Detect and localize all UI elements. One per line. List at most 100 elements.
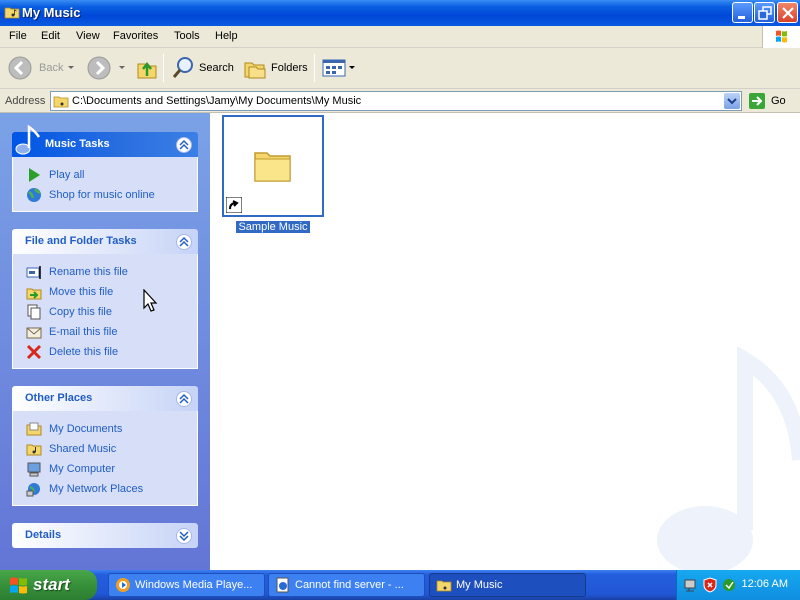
- title-bar: My Music: [0, 0, 800, 26]
- forward-arrow-icon: [87, 56, 111, 80]
- place-my-network-places[interactable]: My Network Places: [13, 479, 197, 499]
- collapse-chevron-icon[interactable]: [176, 234, 192, 250]
- window-title: My Music: [22, 5, 81, 20]
- details-panel: Details: [12, 523, 198, 548]
- menu-tools[interactable]: Tools: [174, 30, 200, 42]
- restore-button[interactable]: [754, 2, 775, 23]
- place-shared-music[interactable]: Shared Music: [13, 439, 197, 459]
- file-folder-tasks-panel: File and Folder Tasks Rename this file M…: [12, 229, 198, 369]
- start-button[interactable]: start: [0, 570, 97, 600]
- windows-logo-icon: [762, 26, 800, 48]
- views-dropdown-icon[interactable]: [349, 66, 355, 69]
- chevron-down-icon: [727, 98, 737, 105]
- file-folder-tasks-header[interactable]: File and Folder Tasks: [12, 229, 198, 254]
- task-move-file[interactable]: Move this file: [13, 282, 197, 302]
- folder-music-icon: [53, 96, 69, 108]
- place-my-computer[interactable]: My Computer: [13, 459, 197, 479]
- address-dropdown-button[interactable]: [724, 93, 740, 109]
- menu-view[interactable]: View: [76, 30, 100, 42]
- document-icon: [276, 577, 289, 593]
- computer-icon: [27, 462, 41, 477]
- up-folder-button[interactable]: [136, 53, 158, 83]
- network-tray-icon[interactable]: [683, 577, 699, 593]
- update-tray-icon[interactable]: [721, 577, 737, 593]
- expand-chevron-icon[interactable]: [176, 528, 192, 544]
- copy-icon: [27, 304, 41, 320]
- close-button[interactable]: [777, 2, 798, 23]
- task-rename-file[interactable]: Rename this file: [13, 262, 197, 282]
- task-copy-file[interactable]: Copy this file: [13, 302, 197, 322]
- collapse-chevron-icon[interactable]: [176, 391, 192, 407]
- place-my-documents[interactable]: My Documents: [13, 419, 197, 439]
- address-label: Address: [5, 95, 46, 107]
- taskbar-media-player[interactable]: Windows Media Playe...: [108, 573, 265, 597]
- address-field[interactable]: C:\Documents and Settings\Jamy\My Docume…: [50, 91, 742, 111]
- views-icon: [322, 59, 346, 77]
- music-tasks-panel: Music Tasks Play all Shop for music onli…: [12, 124, 198, 212]
- folder-thumbnail: [222, 115, 324, 217]
- task-email-file[interactable]: E-mail this file: [13, 322, 197, 342]
- task-pane: Music Tasks Play all Shop for music onli…: [0, 113, 210, 570]
- folders-icon: [244, 62, 266, 79]
- music-note-watermark-icon: [657, 345, 800, 570]
- taskbar-internet-explorer[interactable]: Cannot find server - ...: [268, 573, 425, 597]
- folder-icon: [254, 152, 291, 182]
- shortcut-arrow-icon: [226, 197, 242, 213]
- my-documents-icon: [26, 422, 42, 436]
- task-play-all[interactable]: Play all: [13, 165, 197, 185]
- forward-dropdown-icon[interactable]: [119, 66, 125, 69]
- go-button[interactable]: Go: [748, 91, 786, 111]
- taskbar: start Windows Media Playe... Cannot find…: [0, 570, 800, 600]
- menu-file[interactable]: File: [9, 30, 27, 42]
- address-bar: Address C:\Documents and Settings\Jamy\M…: [0, 89, 800, 113]
- folder-label: Sample Music: [236, 221, 310, 233]
- menu-favorites[interactable]: Favorites: [113, 30, 158, 42]
- folder-music-icon: [4, 7, 20, 19]
- email-icon: [26, 327, 42, 339]
- menu-help[interactable]: Help: [215, 30, 238, 42]
- close-icon: [782, 7, 794, 19]
- restore-icon: [758, 6, 772, 20]
- mouse-cursor-icon: [143, 289, 158, 312]
- clock: 12:06 AM: [741, 578, 788, 590]
- folder-item[interactable]: Sample Music: [222, 115, 324, 233]
- minimize-button[interactable]: [732, 2, 753, 23]
- other-places-panel: Other Places My Documents Shared Music M…: [12, 386, 198, 506]
- address-path: C:\Documents and Settings\Jamy\My Docume…: [72, 95, 362, 107]
- details-header[interactable]: Details: [12, 523, 198, 548]
- folders-button[interactable]: Folders: [243, 53, 308, 83]
- taskbar-my-music[interactable]: My Music: [429, 573, 586, 597]
- views-button[interactable]: [322, 53, 346, 83]
- file-view[interactable]: Sample Music: [210, 113, 800, 570]
- back-dropdown-icon[interactable]: [68, 66, 74, 69]
- back-button[interactable]: Back: [8, 53, 63, 83]
- rename-icon: [26, 266, 41, 279]
- menu-edit[interactable]: Edit: [41, 30, 60, 42]
- play-icon: [29, 168, 40, 182]
- media-player-icon: [116, 578, 130, 592]
- network-places-icon: [26, 483, 40, 497]
- search-button[interactable]: Search: [171, 53, 234, 83]
- go-arrow-icon: [749, 93, 765, 109]
- folder-music-icon: [436, 580, 452, 592]
- collapse-chevron-icon[interactable]: [176, 137, 192, 153]
- back-arrow-icon: [8, 56, 32, 80]
- search-icon: [172, 57, 193, 78]
- move-icon: [26, 288, 42, 300]
- delete-icon: [26, 344, 42, 360]
- minimize-icon: [738, 16, 745, 19]
- other-places-header[interactable]: Other Places: [12, 386, 198, 411]
- music-tasks-header[interactable]: Music Tasks: [12, 124, 198, 157]
- toolbar: Back Search Folders: [0, 48, 800, 89]
- system-tray: 12:06 AM: [676, 570, 800, 600]
- security-shield-icon[interactable]: [702, 577, 718, 593]
- shared-music-icon: [26, 444, 42, 456]
- windows-logo-icon: [10, 577, 27, 594]
- task-delete-file[interactable]: Delete this file: [13, 342, 197, 362]
- menu-bar: File Edit View Favorites Tools Help: [0, 26, 800, 48]
- globe-icon: [27, 188, 41, 202]
- task-shop-music[interactable]: Shop for music online: [13, 185, 197, 205]
- up-folder-icon: [137, 61, 157, 79]
- music-note-icon: [15, 124, 41, 155]
- forward-button[interactable]: [87, 53, 111, 83]
